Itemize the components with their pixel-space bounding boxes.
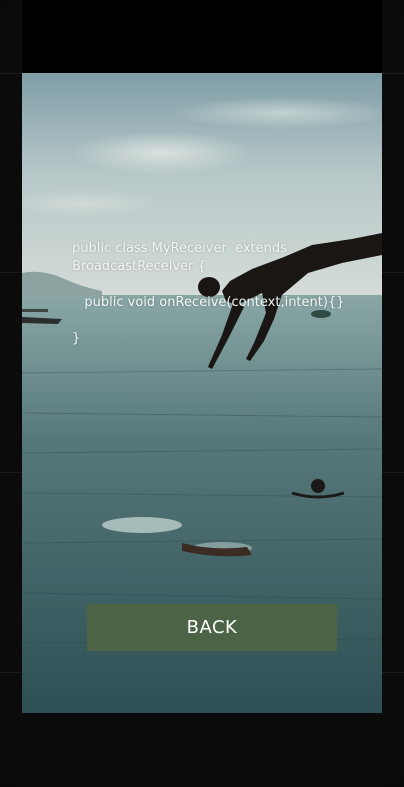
code-snippet-text: public class MyReceiver extends Broadcas… <box>72 241 345 346</box>
app-screen: public class MyReceiver extends Broadcas… <box>22 0 382 713</box>
device-frame: public class MyReceiver extends Broadcas… <box>0 0 404 787</box>
back-button[interactable]: BACK <box>87 604 337 651</box>
